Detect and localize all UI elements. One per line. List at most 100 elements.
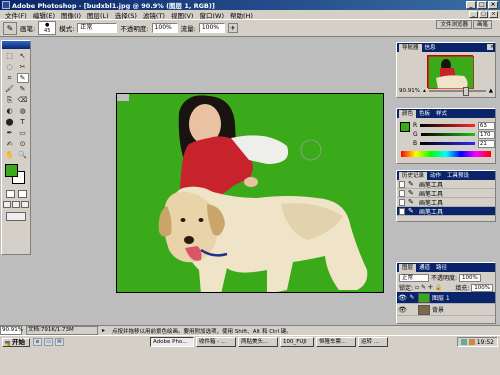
minimize-button[interactable]: _ (466, 1, 476, 9)
move-tool-icon[interactable]: ↖ (17, 51, 29, 61)
clone-stamp-tool-icon[interactable]: ⎘ (4, 95, 16, 105)
crop-tool-icon[interactable]: ✂ (17, 62, 29, 72)
layer-row[interactable]: 👁 ✎ 图层 1 (397, 292, 495, 304)
mode-select[interactable]: 正常 (77, 23, 118, 33)
navigator-zoom-slider[interactable] (428, 87, 486, 96)
menu-layer[interactable]: 图层(L) (84, 10, 112, 20)
status-doc-info[interactable]: 文档:791K/1.73M (26, 326, 98, 335)
pencil-tool-icon[interactable]: ✎ (17, 84, 29, 94)
history-brush-checkbox[interactable] (399, 207, 405, 215)
tab-history[interactable]: 历史记录 (399, 172, 428, 180)
document-canvas[interactable] (116, 93, 384, 293)
eyedropper-tool-icon[interactable]: ⊙ (17, 139, 29, 149)
history-brush-checkbox[interactable] (399, 180, 405, 188)
task-button-fuji[interactable]: 100_FUJI (280, 337, 314, 347)
quick-launch-outlook-icon[interactable]: ✉ (55, 338, 64, 346)
maximize-button[interactable]: □ (477, 1, 487, 9)
menu-window[interactable]: 窗口(W) (196, 10, 227, 20)
channel-r-value[interactable]: 63 (477, 121, 495, 130)
history-item[interactable]: ✎ 画笔工具 (397, 189, 495, 198)
pen-tool-icon[interactable]: ✒ (4, 128, 16, 138)
channel-r-slider[interactable] (420, 124, 475, 127)
blur-tool-icon[interactable]: ◍ (17, 106, 29, 116)
history-item[interactable]: ✎ 画笔工具 (397, 180, 495, 189)
tab-actions[interactable]: 动作 (427, 172, 444, 180)
tab-layers[interactable]: 图层 (399, 264, 417, 272)
history-brush-checkbox[interactable] (399, 198, 405, 206)
full-screen-menu-button[interactable] (12, 201, 20, 208)
history-item-selected[interactable]: ✎ 画笔工具 (397, 207, 495, 216)
healing-tool-icon[interactable]: 🖌 (4, 84, 16, 94)
tab-navigator[interactable]: 导航器 (399, 44, 422, 52)
tab-file-browser[interactable]: 文件浏览器 (436, 20, 472, 29)
channel-b-value[interactable]: 21 (477, 139, 495, 148)
tray-volume-icon[interactable] (468, 339, 475, 345)
tray-network-icon[interactable] (460, 339, 467, 345)
channel-g-slider[interactable] (420, 133, 475, 136)
type-tool-icon[interactable]: T (17, 117, 29, 127)
eye-icon[interactable]: 👁 (398, 305, 407, 315)
zoom-out-icon[interactable]: ▴ (423, 88, 426, 94)
task-button-window-5[interactable]: 恒隆车票... (316, 337, 356, 347)
task-button-window-3[interactable]: 两贴美头... (238, 337, 278, 347)
task-button-photoshop[interactable]: Adobe Pho... (150, 337, 194, 347)
flow-input[interactable]: 100% (198, 23, 225, 33)
task-button-window-6[interactable]: 运转 ... (358, 337, 388, 347)
layer-fill-input[interactable]: 100% (471, 283, 493, 292)
eraser-tool-icon[interactable]: ⌫ (17, 95, 29, 105)
menu-select[interactable]: 选择(S) (112, 10, 140, 20)
status-zoom-input[interactable]: 90.91% (0, 326, 23, 335)
layer-blend-mode-select[interactable]: 正常 (399, 273, 429, 282)
tab-styles[interactable]: 样式 (433, 110, 450, 118)
close-button[interactable]: × (488, 1, 498, 9)
color-fg-swatch[interactable] (400, 122, 410, 132)
dodge-tool-icon[interactable]: ⬤ (4, 117, 16, 127)
tray-clock[interactable]: 19:52 (477, 339, 494, 346)
tab-paths[interactable]: 路径 (433, 264, 450, 272)
brush-tool-icon[interactable]: ✎ (16, 73, 29, 83)
doc-restore-button[interactable]: □ (479, 11, 488, 18)
menu-file[interactable]: 文件(F) (2, 10, 30, 20)
navigator-thumbnail[interactable] (427, 55, 475, 90)
lasso-tool-icon[interactable]: ◌ (4, 62, 16, 72)
quick-launch-ie-icon[interactable]: e (33, 338, 42, 346)
doc-minimize-button[interactable]: _ (469, 11, 478, 18)
lock-icons[interactable]: ▫ ✎ ✛ 🔒 (415, 284, 442, 291)
menu-view[interactable]: 视图(V) (168, 10, 197, 20)
airbrush-toggle[interactable]: ✈ (227, 23, 238, 33)
brush-picker[interactable]: ● 45 (38, 21, 57, 35)
color-spectrum-bar[interactable] (401, 151, 491, 157)
tab-info[interactable]: 信息 (422, 44, 439, 52)
tab-tool-presets[interactable]: 工具预设 (444, 172, 472, 180)
start-button[interactable]: 开始 (2, 338, 30, 347)
doc-close-button[interactable]: × (489, 11, 498, 18)
quick-launch-desktop-icon[interactable]: ▭ (44, 338, 53, 346)
layer-opacity-input[interactable]: 100% (459, 273, 481, 282)
shape-tool-icon[interactable]: ▭ (17, 128, 29, 138)
history-brush-checkbox[interactable] (399, 189, 405, 197)
foreground-color-swatch[interactable] (5, 164, 18, 177)
menu-edit[interactable]: 编辑(E) (30, 10, 58, 20)
channel-g-value[interactable]: 170 (477, 130, 495, 139)
notes-tool-icon[interactable]: ✍ (4, 139, 16, 149)
standard-mode-button[interactable] (5, 190, 15, 198)
adobe-feather-logo[interactable] (2, 41, 30, 49)
jump-to-imageready-button[interactable] (6, 212, 26, 221)
tab-color[interactable]: 颜色 (399, 110, 417, 118)
opacity-input[interactable]: 100% (151, 23, 178, 33)
tab-brushes[interactable]: 画笔 (472, 20, 492, 29)
menu-help[interactable]: 帮助(H) (227, 10, 256, 20)
channel-b-slider[interactable] (420, 142, 475, 145)
gradient-tool-icon[interactable]: ◐ (4, 106, 16, 116)
task-button-inbox[interactable]: 收件箱 - ... (196, 337, 236, 347)
status-menu-arrow-icon[interactable]: ▸ (102, 327, 108, 334)
zoom-tool-icon[interactable]: 🔍 (17, 150, 29, 160)
tab-channels[interactable]: 通道 (416, 264, 433, 272)
quick-mask-button[interactable] (17, 190, 27, 198)
zoom-in-icon[interactable]: ▲ (489, 88, 493, 94)
hand-tool-icon[interactable]: ✋ (4, 150, 16, 160)
menu-filter[interactable]: 滤镜(T) (140, 10, 168, 20)
menu-image[interactable]: 图像(I) (58, 10, 84, 20)
eye-icon[interactable]: 👁 (398, 293, 407, 303)
full-screen-button[interactable] (21, 201, 29, 208)
